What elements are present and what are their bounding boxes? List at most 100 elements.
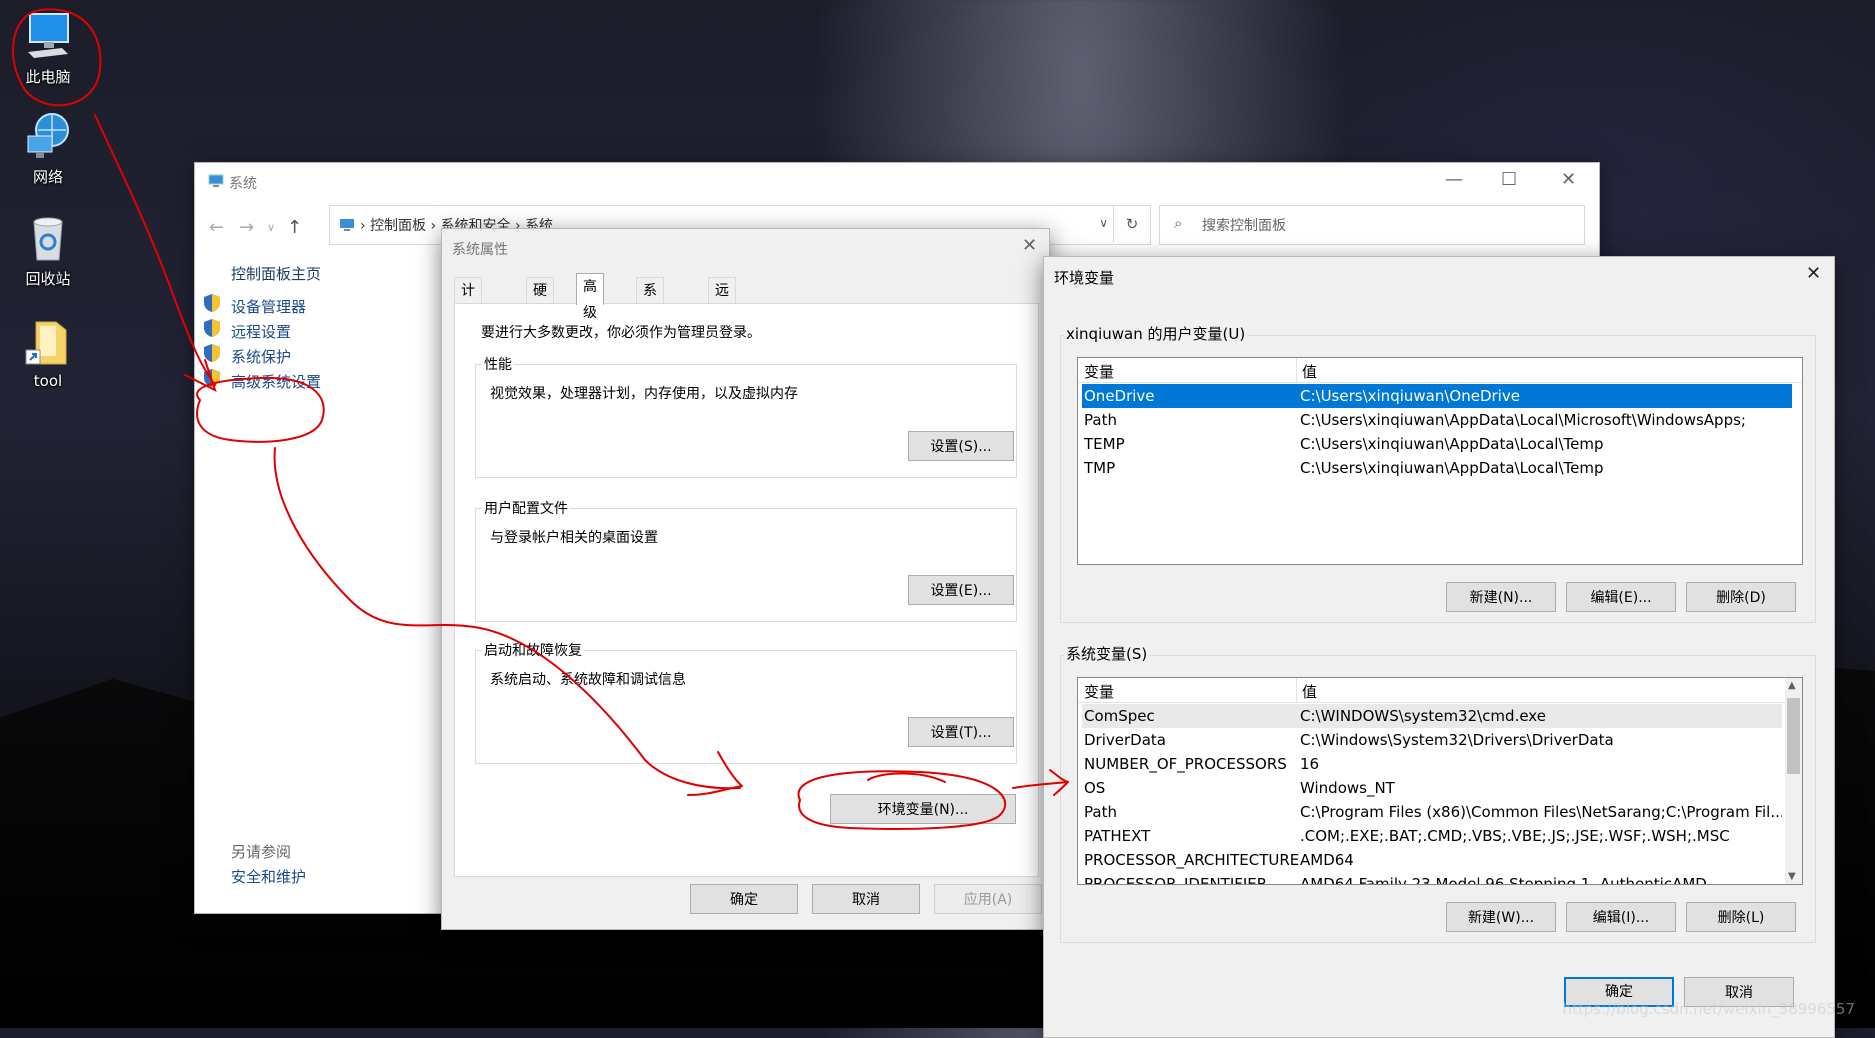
close-icon[interactable]: ✕ — [1561, 171, 1576, 189]
ok-button[interactable]: 确定 — [690, 884, 798, 914]
column-header-value[interactable]: 值 — [1302, 361, 1317, 382]
group-description: 视觉效果，处理器计划，内存使用，以及虚拟内存 — [490, 386, 798, 402]
list-header: 变量 值 — [1078, 358, 1802, 383]
recent-chevron-icon[interactable]: ∨ — [267, 221, 275, 234]
column-header-variable[interactable]: 变量 — [1084, 361, 1114, 382]
desktop-icon-label: 回收站 — [25, 270, 71, 288]
system-variable-row[interactable]: OS Windows_NT — [1082, 776, 1782, 800]
system-variable-row[interactable]: PROCESSOR_ARCHITECTURE AMD64 — [1082, 848, 1782, 872]
tab-hardware[interactable]: 硬件 — [526, 277, 554, 325]
desktop-icon-tool[interactable]: tool — [8, 316, 88, 390]
scroll-down-icon[interactable]: ▼ — [1788, 871, 1796, 882]
refresh-icon[interactable]: ↻ — [1113, 206, 1150, 242]
shield-icon — [203, 368, 221, 388]
shield-icon — [203, 343, 221, 363]
desktop-icon-label: tool — [33, 372, 63, 390]
control-panel-icon — [338, 217, 356, 237]
computer-icon — [22, 10, 74, 62]
group-description: 与登录帐户相关的桌面设置 — [490, 530, 658, 546]
back-arrow-icon[interactable]: ← — [209, 217, 224, 238]
system-variable-row[interactable]: Path C:\Program Files (x86)\Common Files\… — [1082, 800, 1782, 824]
tab-computer-name[interactable]: 计算机名 — [454, 277, 482, 377]
scrollbar-thumb[interactable] — [1787, 698, 1800, 774]
apply-button[interactable]: 应用(A) — [934, 884, 1042, 914]
sidebar-link-advanced-system-settings[interactable]: 高级系统设置 — [231, 371, 321, 392]
system-edit-button[interactable]: 编辑(I)... — [1566, 902, 1676, 932]
desktop-icon-recycle-bin[interactable]: 回收站 — [8, 212, 88, 289]
security-maintenance-link[interactable]: 安全和维护 — [231, 866, 306, 887]
breadcrumb-item[interactable]: 控制面板 — [370, 218, 426, 234]
group-title: 性能 — [482, 354, 514, 374]
admin-note: 要进行大多数更改，你必须作为管理员登录。 — [481, 325, 761, 341]
shield-icon — [203, 293, 221, 313]
group-description: 系统启动、系统故障和调试信息 — [490, 672, 686, 688]
startup-recovery-group: 启动和故障恢复 系统启动、系统故障和调试信息 设置(T)... — [475, 640, 1017, 764]
recycle-bin-icon — [22, 212, 74, 264]
sidebar-link-device-manager[interactable]: 设备管理器 — [231, 296, 306, 317]
folder-shortcut-icon — [22, 316, 74, 368]
system-variable-row[interactable]: DriverData C:\Windows\System32\Drivers\Dr… — [1082, 728, 1782, 752]
user-variable-row[interactable]: OneDrive C:\Users\xinqiuwan\OneDrive — [1082, 384, 1792, 408]
system-delete-button[interactable]: 删除(L) — [1686, 902, 1796, 932]
system-variable-row[interactable]: ComSpec C:\WINDOWS\system32\cmd.exe — [1082, 704, 1782, 728]
tab-advanced[interactable]: 高级 — [576, 273, 604, 321]
cancel-button[interactable]: 取消 — [812, 884, 920, 914]
close-icon[interactable]: ✕ — [1022, 237, 1037, 255]
sidebar-link-system-protection[interactable]: 系统保护 — [231, 346, 291, 367]
scroll-up-icon[interactable]: ▲ — [1788, 680, 1796, 691]
environment-variables-button[interactable]: 环境变量(N)... — [830, 794, 1016, 824]
maximize-icon[interactable]: ☐ — [1501, 171, 1517, 189]
desktop-icon-label: 此电脑 — [25, 68, 71, 86]
performance-settings-button[interactable]: 设置(S)... — [908, 431, 1014, 461]
user-delete-button[interactable]: 删除(D) — [1686, 582, 1796, 612]
user-variable-row[interactable]: Path C:\Users\xinqiuwan\AppData\Local\Mic… — [1082, 408, 1792, 432]
system-window-icon — [207, 173, 225, 193]
user-edit-button[interactable]: 编辑(E)... — [1566, 582, 1676, 612]
search-box[interactable]: ⌕ 搜索控制面板 — [1159, 205, 1585, 245]
column-header-variable[interactable]: 变量 — [1084, 681, 1114, 702]
address-dropdown-icon[interactable]: ∨ — [1099, 216, 1108, 230]
desktop-icon-label: 网络 — [32, 168, 63, 186]
column-header-value[interactable]: 值 — [1302, 681, 1317, 702]
up-arrow-icon[interactable]: ↑ — [287, 217, 302, 238]
tab-system-protection[interactable]: 系统保护 — [636, 277, 664, 377]
dialog-title: 环境变量 — [1054, 269, 1115, 287]
user-profiles-settings-button[interactable]: 设置(E)... — [908, 575, 1014, 605]
desktop-icon-this-pc[interactable]: 此电脑 — [8, 10, 88, 87]
user-variables-list[interactable]: 变量 值 OneDrive C:\Users\xinqiuwan\OneDrive… — [1077, 357, 1803, 565]
forward-arrow-icon[interactable]: → — [239, 217, 254, 238]
advanced-tab-panel: 要进行大多数更改，你必须作为管理员登录。 性能 视觉效果，处理器计划，内存使用，… — [454, 303, 1039, 877]
shield-icon — [203, 318, 221, 338]
sidebar-link-remote-settings[interactable]: 远程设置 — [231, 321, 291, 342]
user-variable-row[interactable]: TMP C:\Users\xinqiuwan\AppData\Local\Temp — [1082, 456, 1792, 480]
dialog-title: 系统属性 — [452, 242, 508, 258]
system-variable-row[interactable]: PATHEXT .COM;.EXE;.BAT;.CMD;.VBS;.VBE;.JS… — [1082, 824, 1782, 848]
tab-remote[interactable]: 远程 — [708, 277, 736, 325]
window-title: 系统 — [229, 176, 257, 192]
close-icon[interactable]: ✕ — [1806, 265, 1821, 283]
minimize-icon[interactable]: — — [1445, 171, 1463, 189]
desktop-icon-network[interactable]: 网络 — [8, 110, 88, 187]
group-title: 启动和故障恢复 — [482, 640, 584, 660]
system-variables-list[interactable]: 变量 值 ComSpec C:\WINDOWS\system32\cmd.exe … — [1077, 677, 1803, 885]
performance-group: 性能 视觉效果，处理器计划，内存使用，以及虚拟内存 设置(S)... — [475, 354, 1017, 478]
user-new-button[interactable]: 新建(N)... — [1446, 582, 1556, 612]
system-variable-row[interactable]: NUMBER_OF_PROCESSORS 16 — [1082, 752, 1782, 776]
search-input[interactable]: 搜索控制面板 — [1202, 215, 1286, 235]
search-icon: ⌕ — [1174, 214, 1183, 232]
watermark-text: https://blog.csdn.net/weixin_38996557 — [1562, 1000, 1855, 1018]
control-panel-home-link[interactable]: 控制面板主页 — [231, 263, 321, 284]
network-icon — [22, 110, 74, 162]
user-variable-row[interactable]: TEMP C:\Users\xinqiuwan\AppData\Local\Tem… — [1082, 432, 1792, 456]
environment-variables-dialog: 环境变量 ✕ xinqiuwan 的用户变量(U) 变量 值 OneDrive C… — [1043, 256, 1835, 1038]
list-header: 变量 值 — [1078, 678, 1785, 703]
system-properties-dialog: 系统属性 ✕ 计算机名 硬件 高级 系统保护 远程 要进行大多数更改，你必须作为… — [441, 228, 1050, 930]
system-variable-row[interactable]: PROCESSOR_IDENTIFIER AMD64 Family 23 Mode… — [1082, 872, 1782, 884]
user-variables-title: xinqiuwan 的用户变量(U) — [1064, 323, 1248, 344]
vertical-scrollbar[interactable]: ▲ ▼ — [1785, 678, 1802, 884]
group-title: 用户配置文件 — [482, 498, 570, 518]
user-profiles-group: 用户配置文件 与登录帐户相关的桌面设置 设置(E)... — [475, 498, 1017, 622]
startup-recovery-settings-button[interactable]: 设置(T)... — [908, 717, 1014, 747]
system-new-button[interactable]: 新建(W)... — [1446, 902, 1556, 932]
see-also-heading: 另请参阅 — [231, 843, 292, 861]
